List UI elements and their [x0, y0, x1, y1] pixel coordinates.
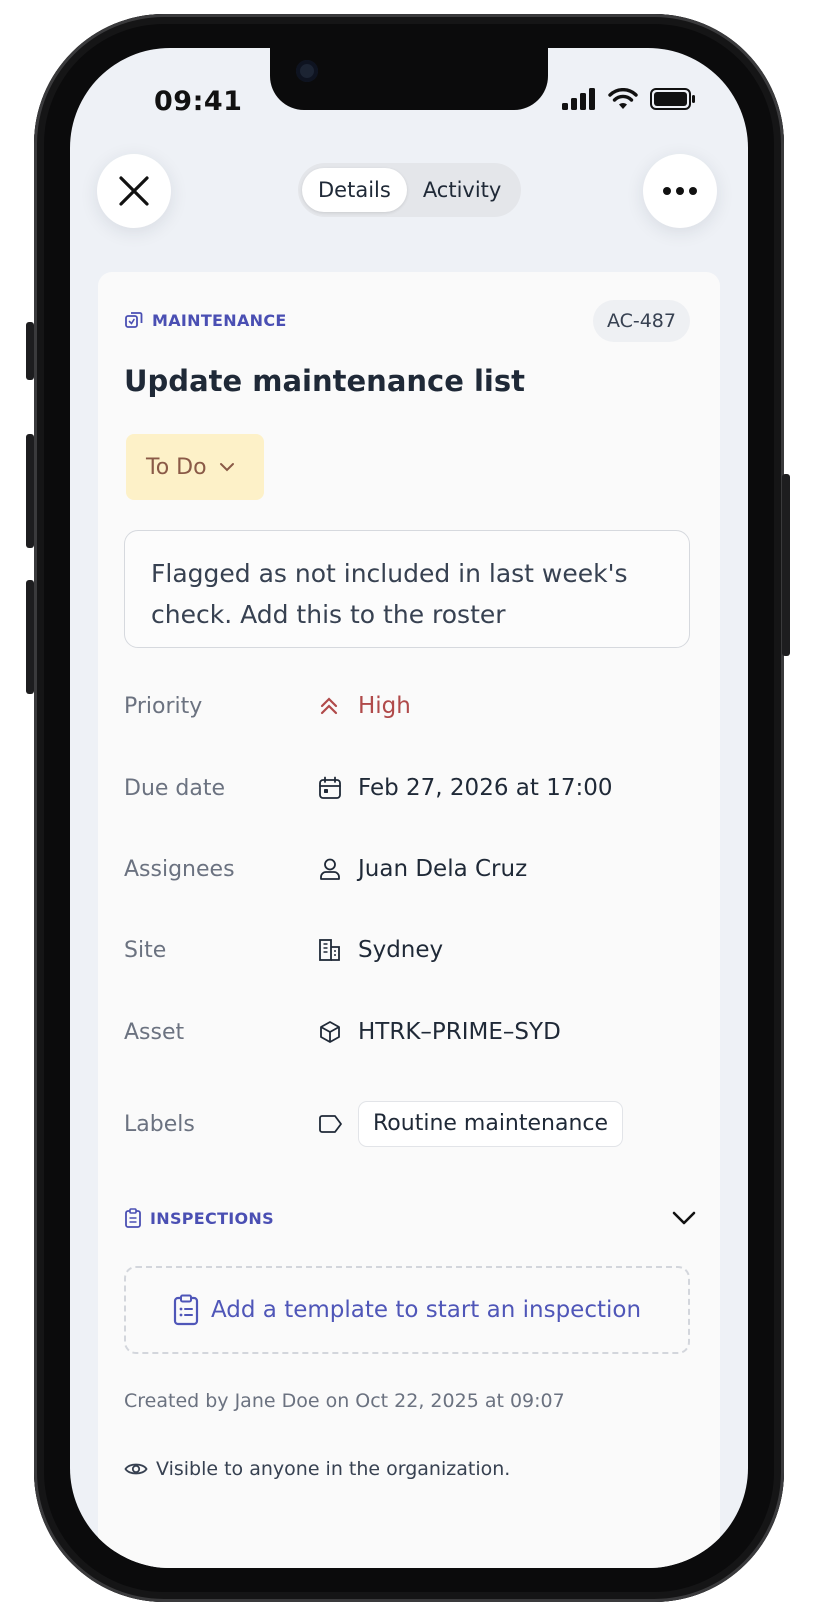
clipboard-icon	[125, 1208, 141, 1228]
close-button[interactable]	[97, 154, 171, 228]
priority-high-icon	[320, 697, 338, 715]
status-label: To Do	[146, 454, 207, 480]
task-title: Update maintenance list	[124, 364, 525, 398]
cellular-signal-icon	[562, 88, 595, 110]
chevron-down-icon	[219, 463, 234, 472]
label-chip[interactable]: Routine maintenance	[358, 1101, 624, 1147]
visibility-text: Visible to anyone in the organization.	[156, 1458, 511, 1480]
status-dropdown[interactable]: To Do	[126, 434, 264, 500]
wifi-icon	[608, 88, 638, 109]
due-date-row[interactable]: Due date Feb 27, 2026 at 17:00	[124, 768, 694, 808]
due-date-label: Due date	[124, 775, 226, 801]
inspections-heading-label: INSPECTIONS	[150, 1208, 274, 1228]
priority-row[interactable]: Priority High	[124, 686, 694, 726]
cube-icon	[320, 1021, 340, 1043]
priority-label: Priority	[124, 693, 203, 719]
created-info: Created by Jane Doe on Oct 22, 2025 at 0…	[124, 1390, 565, 1412]
more-options-button[interactable]	[643, 154, 717, 228]
tag-icon	[319, 1115, 342, 1133]
labels-label: Labels	[124, 1111, 195, 1137]
site-label: Site	[124, 937, 167, 963]
task-card: MAINTENANCE AC-487 Update maintenance li…	[98, 272, 720, 1568]
site-value: Sydney	[358, 937, 444, 963]
volume-down-button	[26, 580, 34, 694]
tab-details[interactable]: Details	[302, 168, 407, 212]
inspections-heading: INSPECTIONS	[124, 1208, 274, 1228]
task-category: MAINTENANCE	[124, 310, 287, 330]
front-camera	[296, 60, 318, 82]
battery-icon	[650, 88, 695, 110]
visibility-info: Visible to anyone in the organization.	[124, 1458, 510, 1480]
volume-up-button	[26, 434, 34, 548]
notch	[270, 48, 548, 110]
tab-switcher: Details Activity	[298, 163, 522, 217]
clipboard-list-icon	[173, 1294, 199, 1326]
assignees-row[interactable]: Assignees Juan Dela Cruz	[124, 849, 694, 889]
priority-value: High	[358, 693, 411, 719]
add-template-label: Add a template to start an inspection	[210, 1297, 642, 1323]
calendar-icon	[319, 776, 341, 799]
status-time: 09:41	[154, 86, 243, 117]
building-icon	[319, 939, 340, 961]
task-description[interactable]: Flagged as not included in last week's c…	[124, 530, 690, 648]
close-icon	[119, 176, 149, 206]
maintenance-icon	[125, 312, 143, 328]
labels-row[interactable]: Labels Routine maintenance	[124, 1100, 694, 1148]
inspections-header[interactable]: INSPECTIONS	[124, 1208, 696, 1228]
chevron-down-icon[interactable]	[672, 1211, 696, 1225]
user-icon	[320, 858, 340, 880]
task-id-badge: AC-487	[592, 300, 690, 342]
assignees-value: Juan Dela Cruz	[358, 856, 528, 882]
more-icon	[663, 187, 697, 195]
asset-value: HTRK–PRIME–SYD	[358, 1019, 561, 1045]
mute-switch	[26, 322, 34, 380]
app-screen: 09:41 Details Activity MAINTENANCE AC-48…	[70, 48, 748, 1568]
asset-row[interactable]: Asset HTRK–PRIME–SYD	[124, 1012, 694, 1052]
eye-icon	[124, 1463, 148, 1475]
due-date-value: Feb 27, 2026 at 17:00	[358, 775, 613, 801]
created-text: Created by Jane Doe on Oct 22, 2025 at 0…	[124, 1390, 565, 1412]
tab-activity[interactable]: Activity	[407, 168, 518, 212]
category-label: MAINTENANCE	[152, 310, 287, 330]
add-template-button[interactable]: Add a template to start an inspection	[124, 1266, 690, 1354]
status-icons	[562, 88, 696, 110]
power-button	[782, 474, 790, 656]
assignees-label: Assignees	[124, 856, 235, 882]
site-row[interactable]: Site Sydney	[124, 930, 694, 970]
asset-label: Asset	[124, 1019, 185, 1045]
